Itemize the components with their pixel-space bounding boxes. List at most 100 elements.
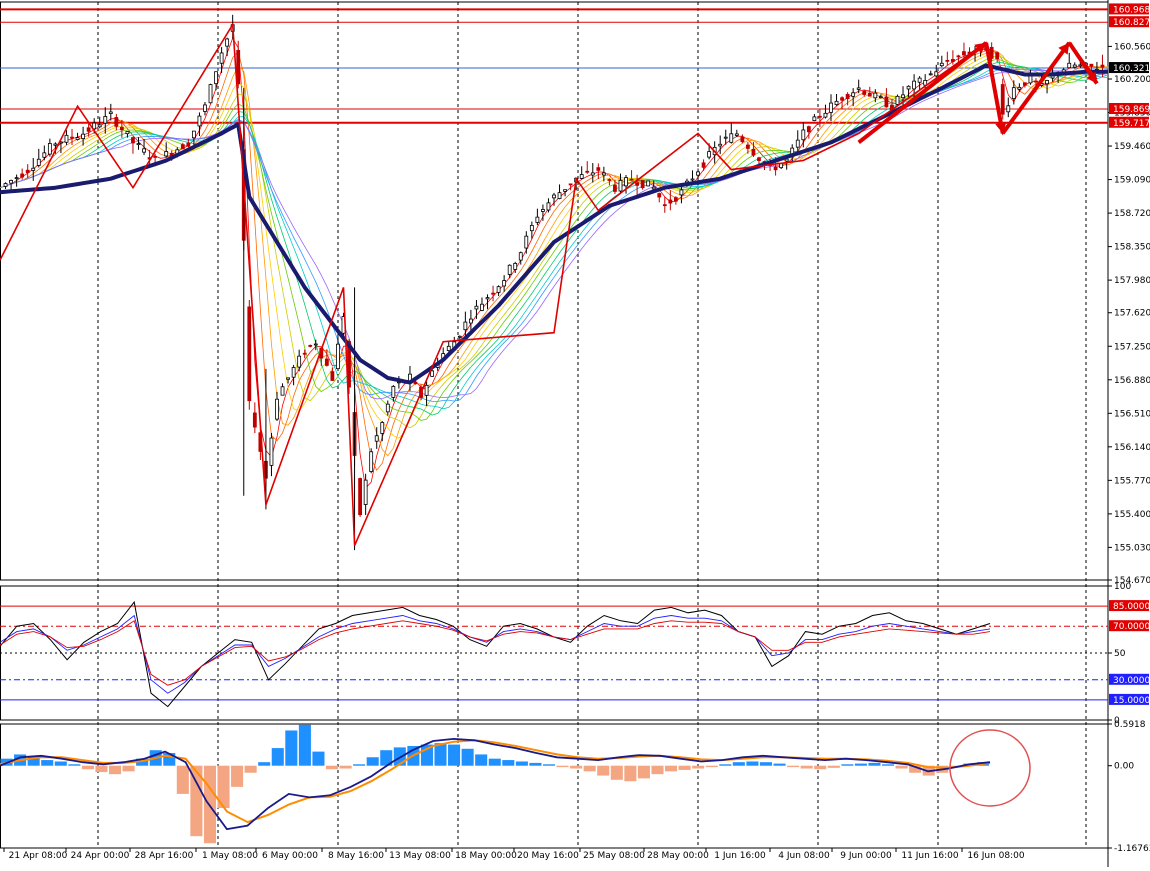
candle[interactable] xyxy=(269,432,274,477)
candle[interactable] xyxy=(3,182,8,190)
candle-body xyxy=(629,178,634,181)
candle[interactable] xyxy=(280,383,285,396)
candle[interactable] xyxy=(546,198,551,213)
candle[interactable] xyxy=(480,297,484,312)
candle-body xyxy=(1100,64,1105,68)
candle[interactable] xyxy=(385,400,390,416)
price-panel[interactable] xyxy=(0,8,1109,551)
candle[interactable] xyxy=(596,163,601,179)
candle[interactable] xyxy=(635,174,639,195)
candle[interactable] xyxy=(1006,97,1011,118)
macd-histogram-bar xyxy=(556,765,569,768)
candle[interactable] xyxy=(1023,82,1027,88)
candle[interactable] xyxy=(524,231,529,254)
candle-body xyxy=(524,235,529,249)
candle[interactable] xyxy=(624,175,628,194)
candle[interactable] xyxy=(203,102,207,116)
candle[interactable] xyxy=(613,179,617,195)
chart-canvas[interactable]: 160.560160.200159.830159.460159.090158.7… xyxy=(0,0,1150,867)
candle[interactable] xyxy=(363,473,368,515)
macd-panel[interactable] xyxy=(0,724,1031,844)
candle[interactable] xyxy=(812,114,817,122)
candle[interactable] xyxy=(164,142,169,158)
candle[interactable] xyxy=(995,51,1000,63)
candle-body xyxy=(125,131,130,135)
candle[interactable] xyxy=(806,125,811,139)
candle-body xyxy=(252,412,257,428)
candle[interactable] xyxy=(491,285,495,302)
candle[interactable] xyxy=(1017,83,1022,93)
candle[interactable] xyxy=(336,334,340,370)
candle-body xyxy=(25,169,30,174)
candle[interactable] xyxy=(1000,78,1005,120)
candle[interactable] xyxy=(834,93,839,106)
candle[interactable] xyxy=(646,180,651,187)
candle[interactable] xyxy=(585,161,590,174)
candle[interactable] xyxy=(662,196,667,213)
candle[interactable] xyxy=(1067,52,1072,69)
highlight-circle xyxy=(949,729,1031,807)
candle-body xyxy=(280,386,285,396)
candle[interactable] xyxy=(47,138,52,157)
candle[interactable] xyxy=(330,367,335,381)
candle[interactable] xyxy=(64,130,69,145)
candle[interactable] xyxy=(668,190,673,211)
candle[interactable] xyxy=(590,163,595,183)
candle[interactable] xyxy=(108,103,113,121)
candle-body xyxy=(47,143,52,155)
candle[interactable] xyxy=(474,300,479,319)
candle[interactable] xyxy=(424,381,429,406)
candle[interactable] xyxy=(657,192,662,203)
candle[interactable] xyxy=(862,89,867,97)
candle[interactable] xyxy=(939,55,944,68)
candle[interactable] xyxy=(225,37,230,56)
candle[interactable] xyxy=(673,196,678,205)
candle[interactable] xyxy=(219,47,224,74)
candle[interactable] xyxy=(718,135,723,155)
candle[interactable] xyxy=(252,402,257,434)
candle[interactable] xyxy=(535,208,540,226)
candle[interactable] xyxy=(369,448,374,474)
candle[interactable] xyxy=(136,137,141,150)
candle[interactable] xyxy=(214,71,218,91)
candle[interactable] xyxy=(629,170,634,181)
candle[interactable] xyxy=(496,285,501,296)
price-tick-label: 155.400 xyxy=(1114,510,1150,520)
candle[interactable] xyxy=(446,340,451,352)
candle[interactable] xyxy=(358,477,363,517)
candle[interactable] xyxy=(917,76,922,91)
candle[interactable] xyxy=(502,275,507,292)
candle[interactable] xyxy=(247,299,252,410)
trading-chart[interactable]: 160.560160.200159.830159.460159.090158.7… xyxy=(0,0,1150,867)
candle[interactable] xyxy=(297,349,302,372)
candle[interactable] xyxy=(557,184,562,200)
candle[interactable] xyxy=(380,421,385,442)
candle[interactable] xyxy=(14,174,19,187)
candle[interactable] xyxy=(308,344,313,348)
candle[interactable] xyxy=(928,70,933,76)
candle[interactable] xyxy=(291,364,296,386)
candle-body xyxy=(529,225,534,232)
candle[interactable] xyxy=(31,158,36,181)
candle-body xyxy=(818,115,822,118)
candle[interactable] xyxy=(25,164,30,178)
macd-histogram-bar xyxy=(854,763,867,766)
level-price-tag: 159.717 xyxy=(1109,116,1150,129)
candle[interactable] xyxy=(746,142,750,154)
candle-body xyxy=(20,173,25,178)
candle[interactable] xyxy=(884,88,889,108)
candle[interactable] xyxy=(81,126,85,146)
candle[interactable] xyxy=(36,148,41,168)
candle[interactable] xyxy=(208,83,213,104)
candle[interactable] xyxy=(823,104,828,119)
candle[interactable] xyxy=(131,136,135,154)
candle[interactable] xyxy=(729,123,734,144)
rsi-panel[interactable] xyxy=(0,600,1108,708)
candle[interactable] xyxy=(1045,79,1049,94)
candle[interactable] xyxy=(829,94,833,122)
candle[interactable] xyxy=(945,51,950,66)
candle[interactable] xyxy=(275,391,279,421)
candle[interactable] xyxy=(579,166,584,180)
candle[interactable] xyxy=(640,180,645,190)
candle[interactable] xyxy=(818,109,822,128)
